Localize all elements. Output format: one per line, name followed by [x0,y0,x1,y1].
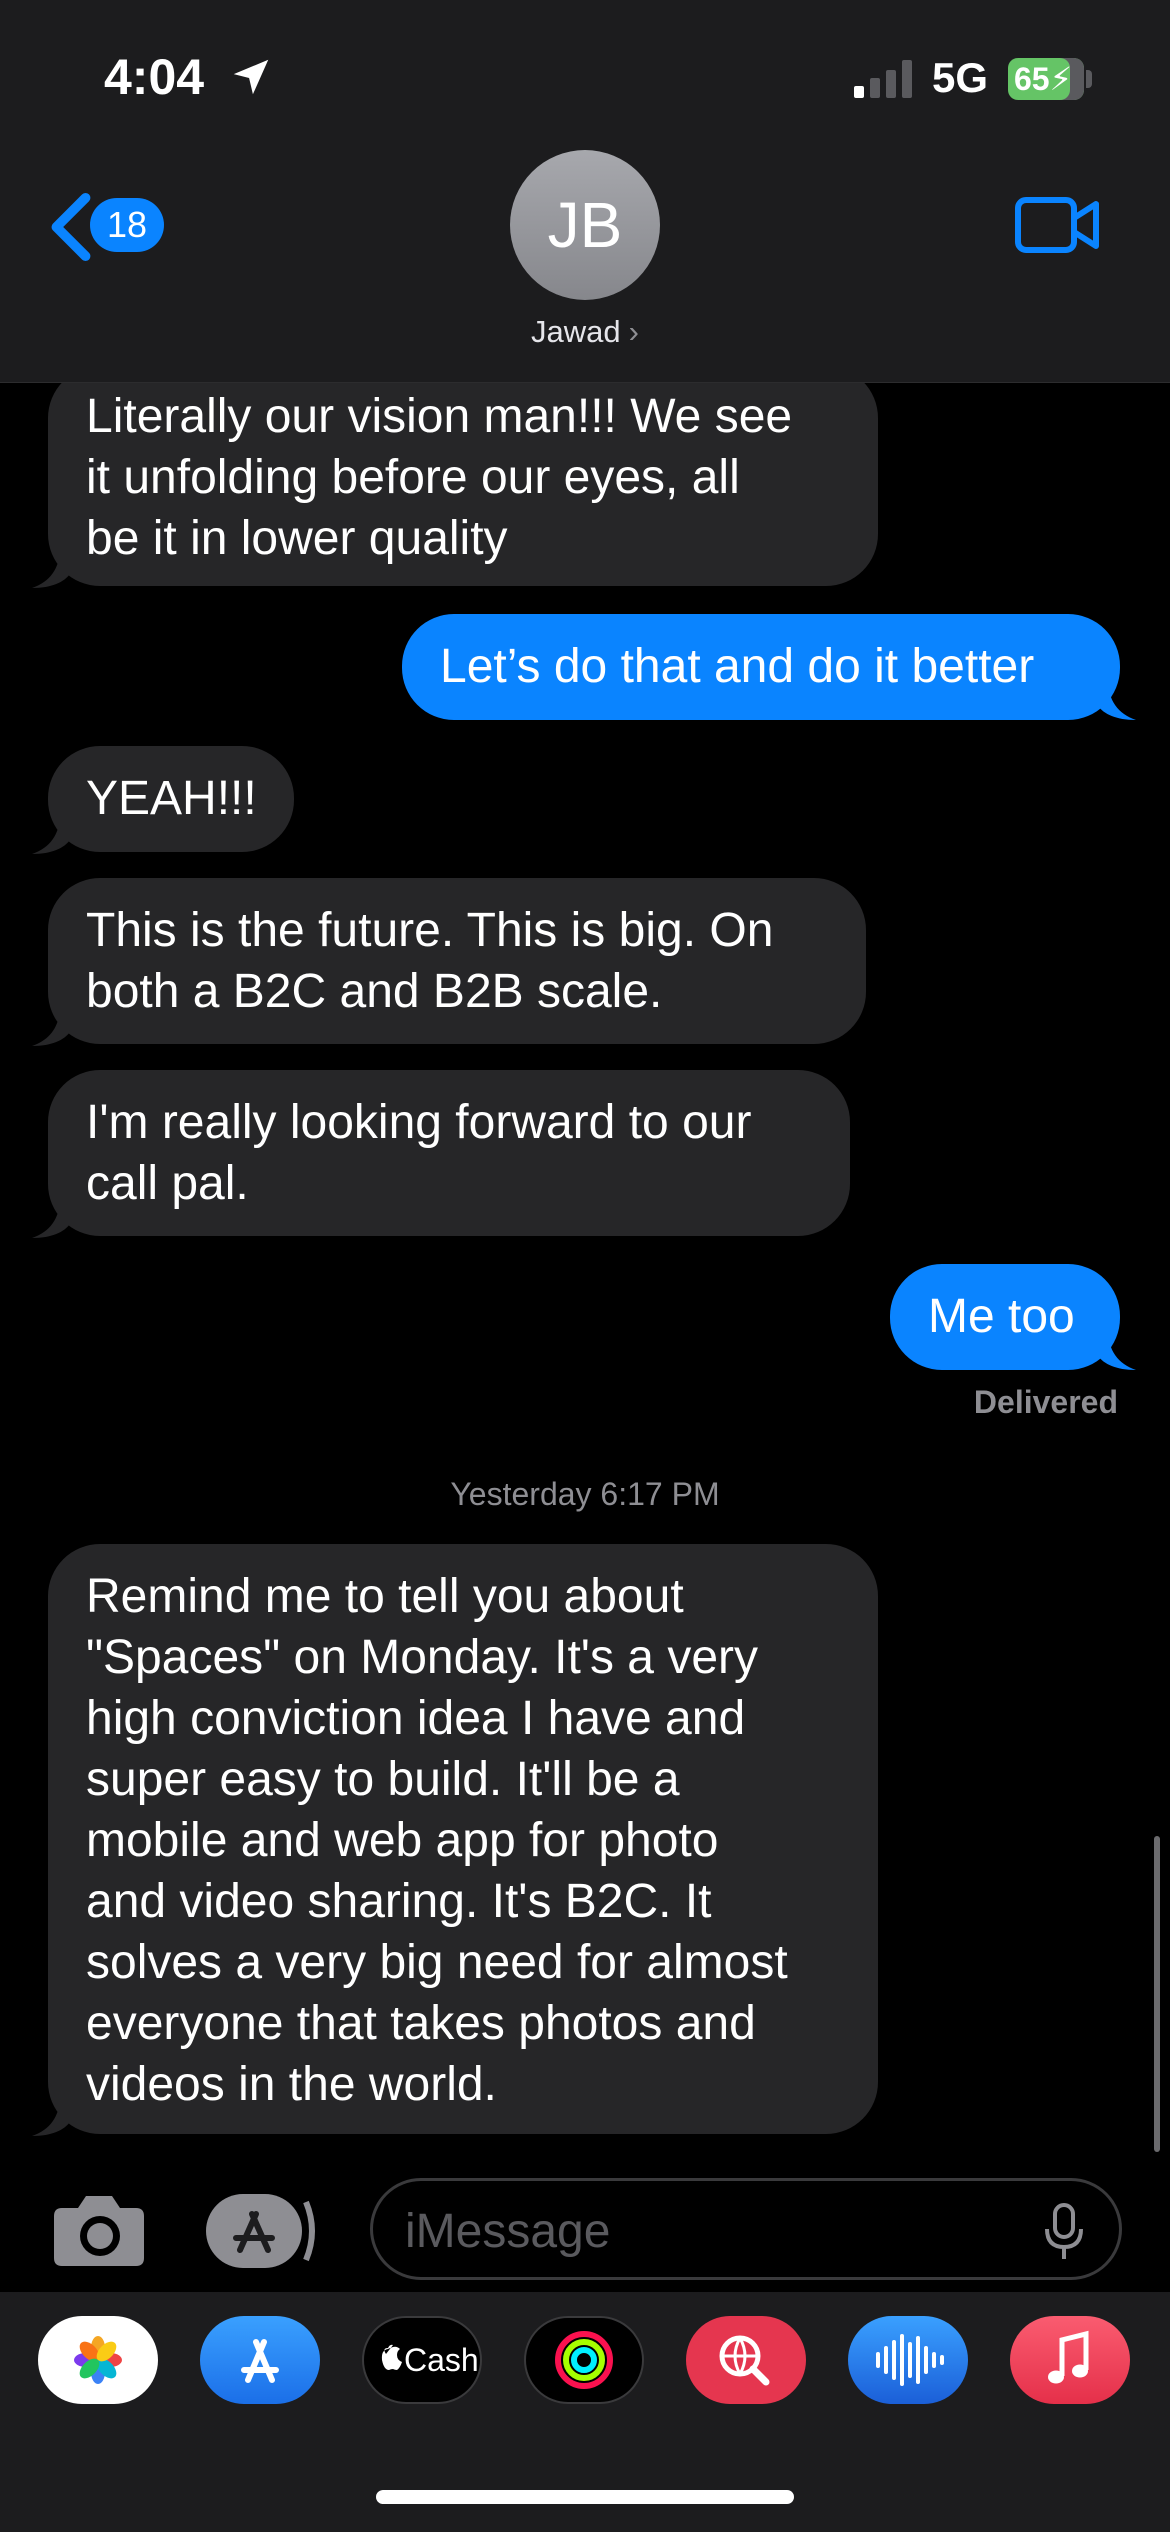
photos-app-icon[interactable] [38,2316,158,2404]
app-store-apps-icon[interactable] [206,2194,318,2268]
message-bubble-incoming[interactable]: Remind me to tell you about "Spaces" on … [48,1544,878,2134]
battery-indicator: 65⚡ [1008,58,1084,100]
activity-icon[interactable] [524,2316,644,2404]
apple-cash-label: Cash [404,2342,479,2378]
cellular-signal-icon [854,60,912,98]
microphone-icon[interactable] [1043,2203,1085,2261]
bubble-tail [32,814,70,854]
video-call-icon[interactable] [1014,196,1100,254]
delivered-status: Delivered [973,1384,1118,1420]
message-bubble-incoming[interactable]: YEAH!!! [48,746,294,852]
app-store-icon[interactable] [200,2316,320,2404]
status-time: 4:04 [104,49,205,105]
message-input-container[interactable] [370,2178,1122,2280]
audio-message-icon[interactable] [848,2316,968,2404]
bubble-tail [1098,680,1136,720]
contact-name-text: Jawad [531,314,621,349]
message-bubble-incoming[interactable]: This is the future. This is big. On both… [48,878,866,1044]
message-timestamp: Yesterday 6:17 PM [450,1476,720,1512]
home-indicator[interactable] [376,2490,794,2504]
apple-cash-icon[interactable]: Cash [362,2316,482,2404]
web-search-icon[interactable] [686,2316,806,2404]
bubble-tail [32,2096,70,2136]
scrollbar[interactable] [1154,1836,1160,2152]
message-input[interactable] [403,2199,1027,2263]
bubble-tail [32,1198,70,1238]
message-bubble-incoming[interactable]: Literally our vision man!!! We see it un… [48,366,878,586]
bubble-tail [32,1006,70,1046]
bubble-tail [32,548,70,588]
back-chevron-icon[interactable] [48,192,92,262]
location-arrow-icon [233,59,269,95]
message-bubble-outgoing[interactable]: Let’s do that and do it better [402,614,1120,720]
battery-level: 65 [1014,61,1050,97]
bubble-tail [1098,1330,1136,1370]
contact-chevron-icon: › [628,314,639,349]
network-type: 5G [932,54,989,101]
message-bubble-outgoing[interactable]: Me too [890,1264,1120,1370]
avatar[interactable]: JB [510,150,660,300]
camera-icon[interactable] [52,2190,146,2268]
unread-count-badge[interactable]: 18 [90,198,164,252]
contact-name[interactable]: Jawad › [0,314,1170,350]
message-bubble-incoming[interactable]: I'm really looking forward to our call p… [48,1070,850,1236]
conversation-header: 4:04 5G 65⚡ 18 JB Jawad › [0,0,1170,383]
battery-tip [1086,70,1092,88]
music-icon[interactable] [1010,2316,1130,2404]
